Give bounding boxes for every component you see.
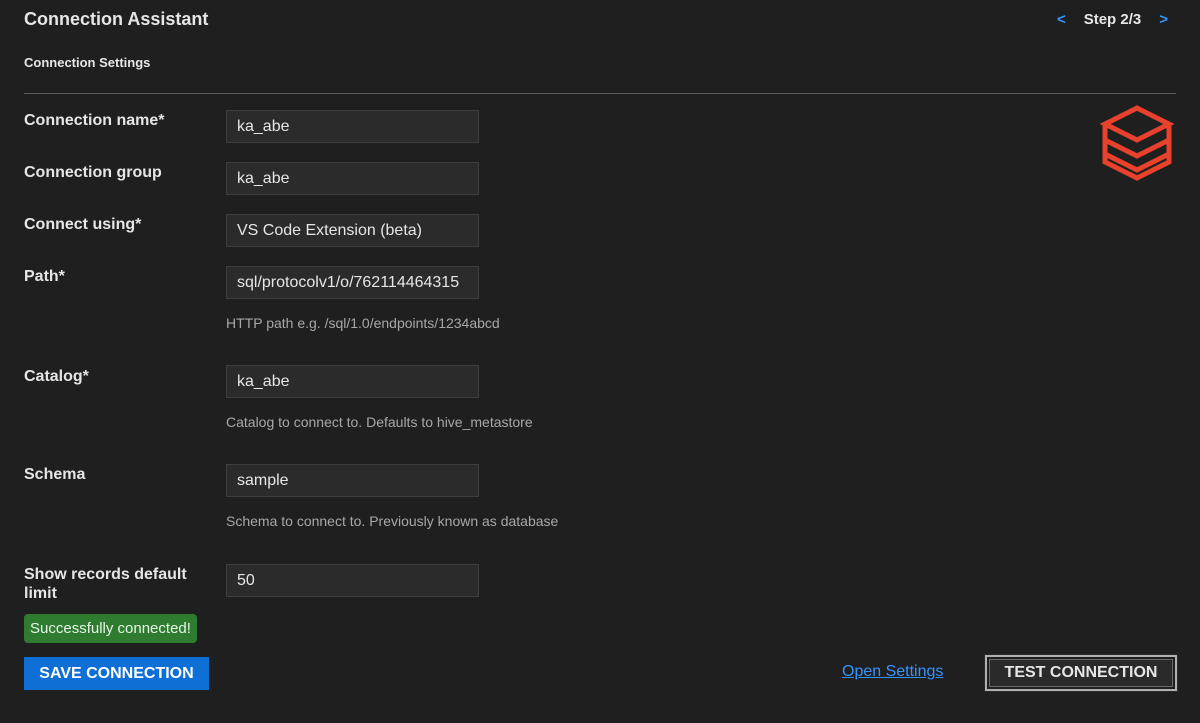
save-connection-button[interactable]: SAVE CONNECTION [24, 657, 209, 690]
step-navigation: < Step 2/3 > [1057, 11, 1168, 28]
schema-input[interactable] [226, 464, 479, 497]
connect-using-label: Connect using* [24, 216, 142, 233]
section-divider [24, 93, 1176, 94]
next-step-icon[interactable]: > [1159, 11, 1168, 28]
path-hint: HTTP path e.g. /sql/1.0/endpoints/1234ab… [226, 315, 500, 331]
catalog-hint: Catalog to connect to. Defaults to hive_… [226, 414, 533, 430]
databricks-logo-icon [1100, 105, 1174, 181]
connection-name-label: Connection name* [24, 112, 165, 129]
records-limit-input[interactable] [226, 564, 479, 597]
path-label: Path* [24, 268, 65, 285]
section-title: Connection Settings [24, 55, 151, 70]
connection-group-label: Connection group [24, 164, 162, 181]
page-title: Connection Assistant [24, 9, 209, 29]
connection-name-input[interactable] [226, 110, 479, 143]
path-input[interactable] [226, 266, 479, 299]
previous-step-icon[interactable]: < [1057, 11, 1066, 28]
schema-label: Schema [24, 466, 86, 483]
schema-hint: Schema to connect to. Previously known a… [226, 513, 559, 529]
catalog-input[interactable] [226, 365, 479, 398]
status-badge: Successfully connected! [24, 614, 197, 643]
connect-using-input[interactable] [226, 214, 479, 247]
open-settings-link[interactable]: Open Settings [842, 663, 943, 681]
step-indicator: Step 2/3 [1083, 11, 1142, 28]
records-limit-label: Show records default limit [24, 566, 187, 602]
connection-group-input[interactable] [226, 162, 479, 195]
catalog-label: Catalog* [24, 368, 89, 385]
test-connection-button[interactable]: TEST CONNECTION [984, 654, 1178, 692]
